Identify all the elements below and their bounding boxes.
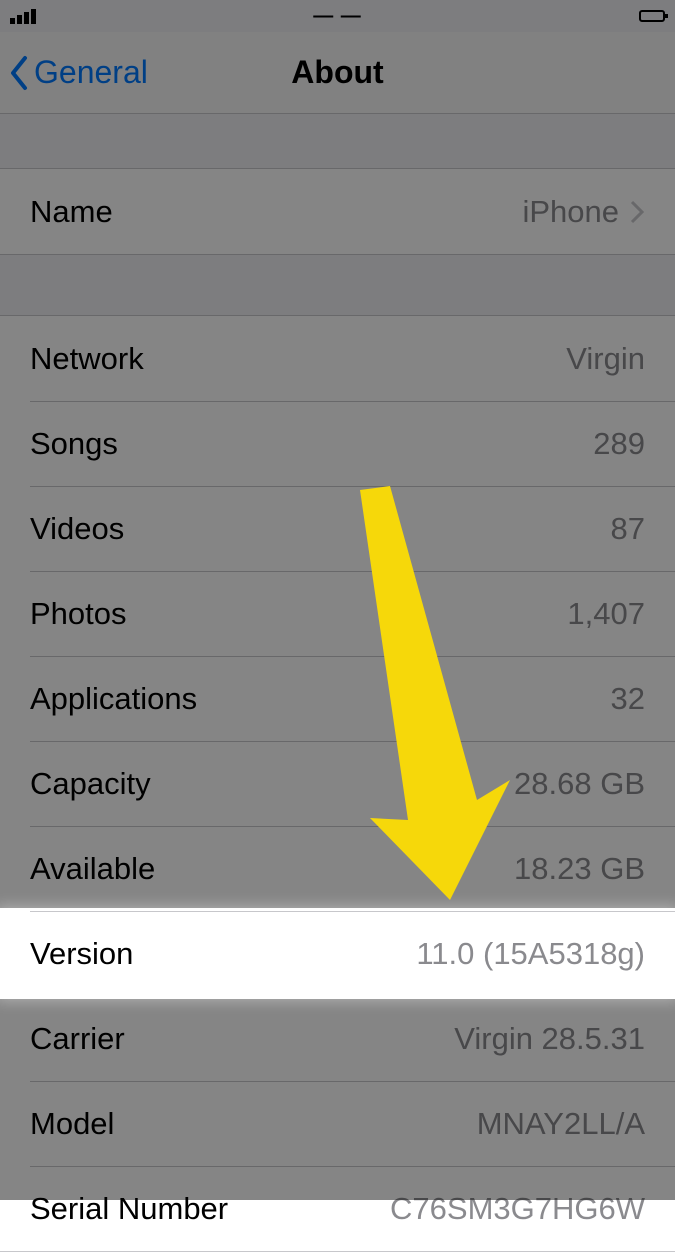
section-spacer bbox=[0, 114, 675, 168]
nav-bar: General About bbox=[0, 32, 675, 114]
cell-label: Available bbox=[30, 851, 155, 887]
cell-version[interactable]: Version 11.0 (15A5318g) bbox=[0, 911, 675, 996]
cell-available[interactable]: Available 18.23 GB bbox=[0, 826, 675, 911]
cell-label: Photos bbox=[30, 596, 127, 632]
battery-icon bbox=[639, 10, 665, 22]
cell-value: 32 bbox=[611, 681, 645, 717]
cell-label: Videos bbox=[30, 511, 124, 547]
cell-label: Name bbox=[30, 194, 113, 230]
cell-songs[interactable]: Songs 289 bbox=[0, 401, 675, 486]
cell-serial-number[interactable]: Serial Number C76SM3G7HG6W bbox=[0, 1166, 675, 1251]
cell-value: 11.0 (15A5318g) bbox=[416, 936, 645, 972]
cell-applications[interactable]: Applications 32 bbox=[0, 656, 675, 741]
signal-bars-icon bbox=[10, 9, 36, 24]
cell-label: Capacity bbox=[30, 766, 151, 802]
section-spacer bbox=[0, 255, 675, 315]
cell-value: 87 bbox=[611, 511, 645, 547]
cell-carrier[interactable]: Carrier Virgin 28.5.31 bbox=[0, 996, 675, 1081]
cell-value: 1,407 bbox=[567, 596, 645, 632]
cell-label: Applications bbox=[30, 681, 197, 717]
cell-model[interactable]: Model MNAY2LL/A bbox=[0, 1081, 675, 1166]
chevron-right-icon bbox=[629, 199, 645, 225]
cell-value: MNAY2LL/A bbox=[477, 1106, 645, 1142]
back-button[interactable]: General bbox=[8, 32, 148, 113]
status-time: — — bbox=[313, 5, 362, 28]
cell-name[interactable]: Name iPhone bbox=[0, 169, 675, 254]
section-details: Network Virgin Songs 289 Videos 87 Photos 1,407… bbox=[0, 315, 675, 1252]
cell-capacity[interactable]: Capacity 28.68 GB bbox=[0, 741, 675, 826]
page-title: About bbox=[291, 54, 383, 91]
cell-label: Model bbox=[30, 1106, 114, 1142]
cell-value: Virgin 28.5.31 bbox=[454, 1021, 645, 1057]
cell-label: Serial Number bbox=[30, 1191, 228, 1227]
cell-photos[interactable]: Photos 1,407 bbox=[0, 571, 675, 656]
status-bar: — — bbox=[0, 0, 675, 32]
section-name: Name iPhone bbox=[0, 168, 675, 255]
cell-label: Network bbox=[30, 341, 144, 377]
chevron-left-icon bbox=[8, 55, 30, 91]
cell-videos[interactable]: Videos 87 bbox=[0, 486, 675, 571]
cell-label: Version bbox=[30, 936, 133, 972]
cell-value: C76SM3G7HG6W bbox=[390, 1191, 645, 1227]
cell-value: Virgin bbox=[566, 341, 645, 377]
cell-value: 289 bbox=[593, 426, 645, 462]
cell-value: 28.68 GB bbox=[514, 766, 645, 802]
back-label: General bbox=[34, 54, 148, 91]
cell-value: iPhone bbox=[522, 194, 619, 230]
cell-label: Songs bbox=[30, 426, 118, 462]
cell-network[interactable]: Network Virgin bbox=[0, 316, 675, 401]
cell-label: Carrier bbox=[30, 1021, 125, 1057]
cell-value: 18.23 GB bbox=[514, 851, 645, 887]
